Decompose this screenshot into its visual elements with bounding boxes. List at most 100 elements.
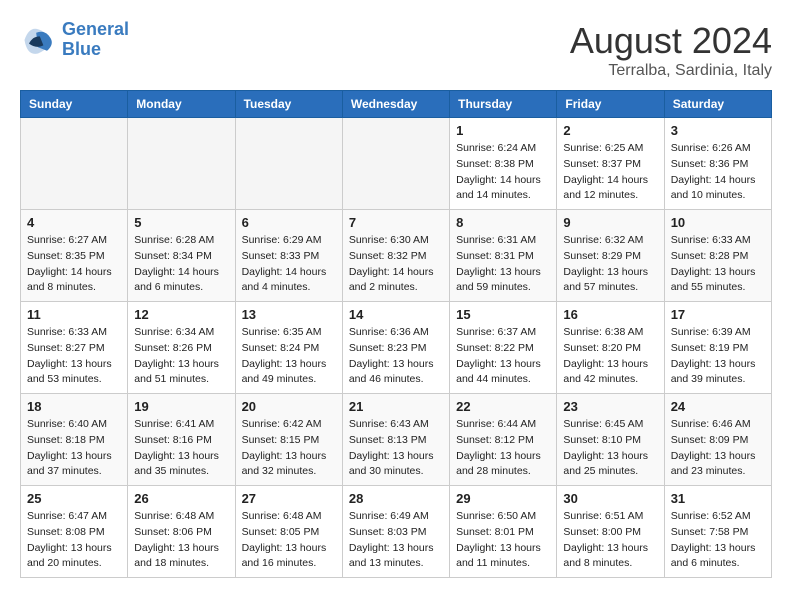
calendar-cell: 16Sunrise: 6:38 AMSunset: 8:20 PMDayligh… [557,302,664,394]
calendar-cell: 3 Sunrise: 6:26 AMSunset: 8:36 PMDaylight… [664,118,771,210]
day-number: 19 [134,399,228,414]
day-number: 16 [563,307,657,322]
calendar-cell [342,118,449,210]
day-info: Sunrise: 6:44 AMSunset: 8:12 PMDaylight:… [456,417,550,480]
calendar-cell: 2 Sunrise: 6:25 AMSunset: 8:37 PMDaylight… [557,118,664,210]
day-number: 8 [456,215,550,230]
calendar-cell: 6 Sunrise: 6:29 AMSunset: 8:33 PMDaylight… [235,210,342,302]
calendar-cell: 20 Sunrise: 6:42 AMSunset: 8:15 PMDayligh… [235,394,342,486]
day-info: Sunrise: 6:40 AMSunset: 8:18 PMDaylight:… [27,417,121,480]
calendar-cell: 1 Sunrise: 6:24 AMSunset: 8:38 PMDaylight… [450,118,557,210]
day-info: Sunrise: 6:51 AMSunset: 8:00 PMDaylight:… [563,509,657,572]
day-info: Sunrise: 6:32 AMSunset: 8:29 PMDaylight:… [563,233,657,296]
calendar-week: 11Sunrise: 6:33 AMSunset: 8:27 PMDayligh… [21,302,772,394]
calendar-cell: 15 Sunrise: 6:37 AMSunset: 8:22 PMDayligh… [450,302,557,394]
day-number: 14 [349,307,443,322]
day-number: 5 [134,215,228,230]
day-number: 4 [27,215,121,230]
day-number: 15 [456,307,550,322]
calendar-cell: 4 Sunrise: 6:27 AMSunset: 8:35 PMDaylight… [21,210,128,302]
day-info: Sunrise: 6:42 AMSunset: 8:15 PMDaylight:… [242,417,336,480]
day-of-week-header: Saturday [664,91,771,118]
day-number: 26 [134,491,228,506]
day-number: 21 [349,399,443,414]
calendar-body: 1 Sunrise: 6:24 AMSunset: 8:38 PMDaylight… [21,118,772,578]
calendar-cell: 28 Sunrise: 6:49 AMSunset: 8:03 PMDayligh… [342,486,449,578]
logo-line2: Blue [62,39,101,59]
day-info: Sunrise: 6:29 AMSunset: 8:33 PMDaylight:… [242,233,336,296]
month-title: August 2024 [570,20,772,62]
day-number: 30 [563,491,657,506]
calendar-cell [21,118,128,210]
day-info: Sunrise: 6:43 AMSunset: 8:13 PMDaylight:… [349,417,443,480]
calendar-week: 18 Sunrise: 6:40 AMSunset: 8:18 PMDayligh… [21,394,772,486]
calendar-cell: 24Sunrise: 6:46 AMSunset: 8:09 PMDayligh… [664,394,771,486]
logo-text: GeneralBlue [62,20,129,60]
day-number: 9 [563,215,657,230]
calendar-cell: 5 Sunrise: 6:28 AMSunset: 8:34 PMDaylight… [128,210,235,302]
day-number: 2 [563,123,657,138]
logo-icon [20,22,56,58]
day-info: Sunrise: 6:33 AMSunset: 8:28 PMDaylight:… [671,233,765,296]
calendar-week: 1 Sunrise: 6:24 AMSunset: 8:38 PMDaylight… [21,118,772,210]
title-block: August 2024 Terralba, Sardinia, Italy [570,20,772,80]
logo: GeneralBlue [20,20,129,60]
calendar-cell [128,118,235,210]
calendar-cell: 19 Sunrise: 6:41 AMSunset: 8:16 PMDayligh… [128,394,235,486]
day-info: Sunrise: 6:50 AMSunset: 8:01 PMDaylight:… [456,509,550,572]
day-number: 17 [671,307,765,322]
calendar-cell: 14 Sunrise: 6:36 AMSunset: 8:23 PMDayligh… [342,302,449,394]
day-info: Sunrise: 6:47 AMSunset: 8:08 PMDaylight:… [27,509,121,572]
day-number: 28 [349,491,443,506]
day-number: 1 [456,123,550,138]
day-of-week-header: Thursday [450,91,557,118]
day-number: 6 [242,215,336,230]
calendar-cell: 13Sunrise: 6:35 AMSunset: 8:24 PMDayligh… [235,302,342,394]
calendar-cell [235,118,342,210]
calendar-week: 25 Sunrise: 6:47 AMSunset: 8:08 PMDayligh… [21,486,772,578]
calendar-cell: 9 Sunrise: 6:32 AMSunset: 8:29 PMDaylight… [557,210,664,302]
day-info: Sunrise: 6:49 AMSunset: 8:03 PMDaylight:… [349,509,443,572]
day-info: Sunrise: 6:52 AMSunset: 7:58 PMDaylight:… [671,509,765,572]
day-number: 25 [27,491,121,506]
calendar-cell: 22 Sunrise: 6:44 AMSunset: 8:12 PMDayligh… [450,394,557,486]
calendar-cell: 21 Sunrise: 6:43 AMSunset: 8:13 PMDayligh… [342,394,449,486]
logo-line1: General [62,19,129,39]
calendar-cell: 12Sunrise: 6:34 AMSunset: 8:26 PMDayligh… [128,302,235,394]
day-info: Sunrise: 6:37 AMSunset: 8:22 PMDaylight:… [456,325,550,388]
day-info: Sunrise: 6:24 AMSunset: 8:38 PMDaylight:… [456,141,550,204]
day-info: Sunrise: 6:27 AMSunset: 8:35 PMDaylight:… [27,233,121,296]
day-number: 18 [27,399,121,414]
day-info: Sunrise: 6:33 AMSunset: 8:27 PMDaylight:… [27,325,121,388]
day-info: Sunrise: 6:28 AMSunset: 8:34 PMDaylight:… [134,233,228,296]
day-of-week-header: Tuesday [235,91,342,118]
day-info: Sunrise: 6:36 AMSunset: 8:23 PMDaylight:… [349,325,443,388]
day-number: 10 [671,215,765,230]
calendar-cell: 25 Sunrise: 6:47 AMSunset: 8:08 PMDayligh… [21,486,128,578]
day-number: 12 [134,307,228,322]
calendar-cell: 23Sunrise: 6:45 AMSunset: 8:10 PMDayligh… [557,394,664,486]
day-info: Sunrise: 6:39 AMSunset: 8:19 PMDaylight:… [671,325,765,388]
day-number: 3 [671,123,765,138]
calendar-cell: 27Sunrise: 6:48 AMSunset: 8:05 PMDayligh… [235,486,342,578]
calendar-cell: 10 Sunrise: 6:33 AMSunset: 8:28 PMDayligh… [664,210,771,302]
day-info: Sunrise: 6:48 AMSunset: 8:06 PMDaylight:… [134,509,228,572]
day-info: Sunrise: 6:25 AMSunset: 8:37 PMDaylight:… [563,141,657,204]
calendar-cell: 7Sunrise: 6:30 AMSunset: 8:32 PMDaylight… [342,210,449,302]
day-number: 23 [563,399,657,414]
calendar-cell: 30 Sunrise: 6:51 AMSunset: 8:00 PMDayligh… [557,486,664,578]
calendar-cell: 29Sunrise: 6:50 AMSunset: 8:01 PMDayligh… [450,486,557,578]
day-number: 22 [456,399,550,414]
day-info: Sunrise: 6:26 AMSunset: 8:36 PMDaylight:… [671,141,765,204]
day-number: 7 [349,215,443,230]
calendar-cell: 18 Sunrise: 6:40 AMSunset: 8:18 PMDayligh… [21,394,128,486]
day-info: Sunrise: 6:35 AMSunset: 8:24 PMDaylight:… [242,325,336,388]
day-number: 31 [671,491,765,506]
calendar-cell: 17 Sunrise: 6:39 AMSunset: 8:19 PMDayligh… [664,302,771,394]
day-info: Sunrise: 6:41 AMSunset: 8:16 PMDaylight:… [134,417,228,480]
day-info: Sunrise: 6:48 AMSunset: 8:05 PMDaylight:… [242,509,336,572]
day-of-week-header: Friday [557,91,664,118]
days-of-week-row: SundayMondayTuesdayWednesdayThursdayFrid… [21,91,772,118]
day-number: 20 [242,399,336,414]
calendar-cell: 11Sunrise: 6:33 AMSunset: 8:27 PMDayligh… [21,302,128,394]
